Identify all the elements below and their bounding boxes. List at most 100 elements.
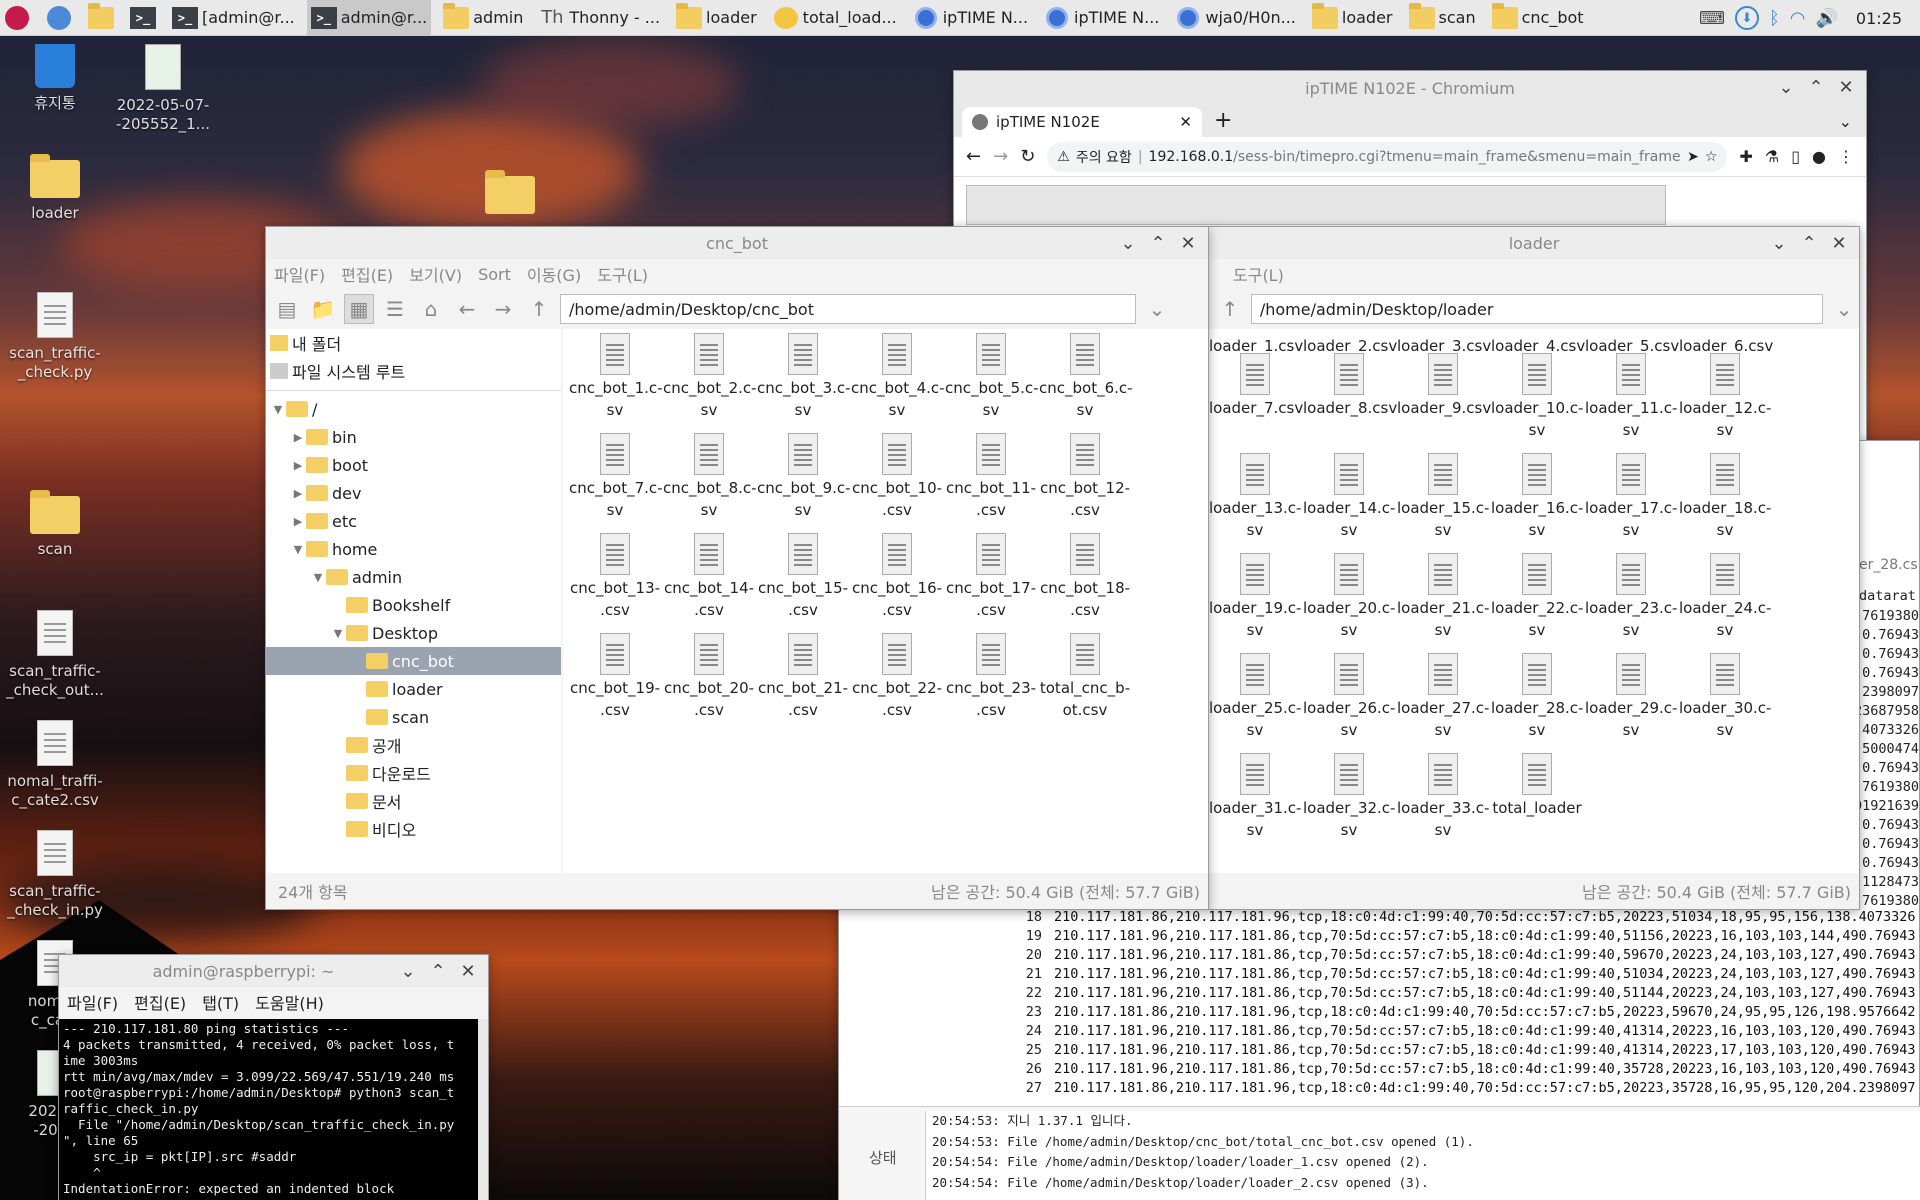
flask-icon[interactable]: ⚗ <box>1765 147 1779 166</box>
tree-item[interactable]: loader <box>266 675 561 703</box>
file-item[interactable]: loader_27.c- sv <box>1397 653 1489 741</box>
places-item[interactable]: 파일 시스템 루트 <box>266 357 561 385</box>
desktop-icon-doc[interactable]: scan_traffic- _check.py <box>0 292 110 382</box>
taskbar-item[interactable]: scan <box>1405 0 1480 36</box>
tree-item[interactable]: 문서 <box>266 787 561 815</box>
path-input[interactable]: /home/admin/Desktop/cnc_bot <box>560 294 1136 324</box>
file-item[interactable]: cnc_bot_13- .csv <box>569 533 661 621</box>
file-item[interactable]: cnc_bot_17- .csv <box>945 533 1037 621</box>
tree-item[interactable]: ▶ etc <box>266 507 561 535</box>
warning-icon[interactable]: ⚠ <box>1057 149 1070 165</box>
file-item[interactable]: loader_18.c- sv <box>1679 453 1771 541</box>
file-item[interactable]: cnc_bot_6.c- sv <box>1039 333 1133 421</box>
tree-item[interactable]: ▼ admin <box>266 563 561 591</box>
side-pane-icon[interactable]: ▤ <box>272 294 302 324</box>
csv-row[interactable]: 23 210.117.181.86,210.117.181.96,tcp,18:c… <box>996 1004 1920 1023</box>
desktop-icon-doc[interactable]: scan_traffic- _check_in.py <box>0 830 110 920</box>
file-item[interactable]: total_cnc_b- ot.csv <box>1039 633 1131 721</box>
status-label[interactable]: 상태 <box>869 1147 897 1168</box>
file-item[interactable]: loader_11.c- sv <box>1585 353 1677 441</box>
file-item[interactable]: loader_7.csv <box>1209 353 1303 419</box>
minimize-icon[interactable]: ⌄ <box>398 959 418 983</box>
expander-icon[interactable]: ▼ <box>290 543 306 556</box>
taskbar-item[interactable]: ipTIME N... <box>909 0 1032 36</box>
taskbar-item[interactable] <box>0 0 38 36</box>
reload-icon[interactable]: ↻ <box>1020 146 1035 167</box>
file-item[interactable]: loader_12.c- sv <box>1679 353 1771 441</box>
tree-item[interactable]: Bookshelf <box>266 591 561 619</box>
wifi-icon[interactable]: ◠ <box>1790 8 1806 29</box>
file-item[interactable]: loader_9.csv <box>1397 353 1491 419</box>
file-item[interactable]: loader_24.c- sv <box>1679 553 1771 641</box>
file-item[interactable]: cnc_bot_5.c- sv <box>945 333 1039 421</box>
file-item[interactable]: cnc_bot_16- .csv <box>851 533 943 621</box>
taskbar-item[interactable]: loader <box>1308 0 1397 36</box>
browser-tab[interactable]: ipTIME N102E ✕ <box>962 107 1202 137</box>
file-item[interactable]: loader_15.c- sv <box>1397 453 1489 541</box>
up-icon[interactable]: ↑ <box>1215 294 1245 324</box>
maximize-icon[interactable]: ⌃ <box>428 959 448 983</box>
taskbar-item[interactable]: cnc_bot <box>1488 0 1588 36</box>
menu-item[interactable]: 도구(L) <box>597 262 648 286</box>
csv-row[interactable]: 18 210.117.181.86,210.117.181.96,tcp,18:c… <box>996 909 1920 928</box>
file-item[interactable]: loader_8.csv <box>1303 353 1397 419</box>
file-item[interactable]: loader_26.c- sv <box>1303 653 1395 741</box>
extensions-icon[interactable]: ✚ <box>1739 147 1752 166</box>
tab-close-icon[interactable]: ✕ <box>1179 113 1192 131</box>
expander-icon[interactable]: ▼ <box>310 571 326 584</box>
maximize-icon[interactable]: ⌃ <box>1148 231 1168 255</box>
desktop-icon-folder[interactable]: loader <box>0 154 110 223</box>
expander-icon[interactable]: ▶ <box>290 515 306 528</box>
expander-icon[interactable]: ▶ <box>290 459 306 472</box>
file-item[interactable]: loader_23.c- sv <box>1585 553 1677 641</box>
file-item[interactable]: cnc_bot_19- .csv <box>569 633 661 721</box>
taskbar-item[interactable] <box>84 0 122 36</box>
tree-item[interactable]: ▼ Desktop <box>266 619 561 647</box>
path-dropdown-icon[interactable]: ⌄ <box>1829 294 1859 324</box>
bluetooth-icon[interactable]: ᛒ <box>1769 8 1780 29</box>
icon-view-icon[interactable]: ▦ <box>344 294 374 324</box>
file-item[interactable]: cnc_bot_20- .csv <box>663 633 755 721</box>
file-item[interactable]: cnc_bot_4.c- sv <box>851 333 945 421</box>
file-item[interactable]: cnc_bot_7.c- sv <box>569 433 663 521</box>
expander-icon[interactable]: ▶ <box>290 487 306 500</box>
desktop-icon-image[interactable]: 2022-05-07- -205552_1... <box>108 44 218 134</box>
file-item[interactable]: cnc_bot_22- .csv <box>851 633 943 721</box>
download-icon[interactable]: ⬇ <box>1734 6 1759 30</box>
csv-row[interactable]: 20 210.117.181.96,210.117.181.86,tcp,70:5… <box>996 947 1920 966</box>
file-item[interactable]: loader_29.c- sv <box>1585 653 1677 741</box>
close-icon[interactable]: ✕ <box>1178 231 1198 255</box>
path-dropdown-icon[interactable]: ⌄ <box>1142 294 1172 324</box>
file-item[interactable]: loader_30.c- sv <box>1679 653 1771 741</box>
file-item[interactable]: cnc_bot_9.c- sv <box>757 433 851 521</box>
file-item[interactable]: loader_33.c- sv <box>1397 753 1489 841</box>
menu-item[interactable]: 파일(F) <box>274 262 325 286</box>
bookmark-star-icon[interactable]: ☆ <box>1705 149 1718 165</box>
taskbar-item[interactable]: >_ [admin@r... <box>168 0 299 36</box>
file-item[interactable]: cnc_bot_18- .csv <box>1039 533 1131 621</box>
forward-icon[interactable]: → <box>993 146 1008 167</box>
taskbar-item[interactable] <box>42 0 80 36</box>
file-item[interactable]: loader_19.c- sv <box>1209 553 1301 641</box>
taskbar-item[interactable]: >_ admin@r... <box>306 0 432 36</box>
volume-icon[interactable]: 🔊 <box>1815 8 1837 29</box>
csv-row[interactable]: 27 210.117.181.86,210.117.181.96,tcp,18:c… <box>996 1080 1920 1099</box>
menu-item[interactable]: 도움말(H) <box>255 990 324 1014</box>
taskbar-item[interactable]: ipTIME N... <box>1040 0 1163 36</box>
terminal-output[interactable]: --- 210.117.181.80 ping statistics --- 4 … <box>59 1019 479 1200</box>
forward-icon[interactable]: → <box>488 294 518 324</box>
sidepanel-icon[interactable]: ▯ <box>1791 147 1800 166</box>
keyboard-icon[interactable]: ⌨ <box>1699 8 1725 29</box>
menu-item[interactable]: 이동(G) <box>527 262 581 286</box>
taskbar-item[interactable]: total_load... <box>769 0 901 36</box>
desktop-icon-doc[interactable]: nomal_traffi- c_cate2.csv <box>0 720 110 810</box>
maximize-icon[interactable]: ⌃ <box>1806 75 1826 99</box>
send-icon[interactable]: ➤ <box>1687 149 1699 165</box>
file-item[interactable]: loader_16.c- sv <box>1491 453 1583 541</box>
expander-icon[interactable]: ▼ <box>330 627 346 640</box>
csv-row[interactable]: 25 210.117.181.96,210.117.181.86,tcp,70:5… <box>996 1042 1920 1061</box>
tree-item[interactable]: 비디오 <box>266 815 561 843</box>
file-item[interactable]: loader_14.c- sv <box>1303 453 1395 541</box>
file-item[interactable]: loader_21.c- sv <box>1397 553 1489 641</box>
desktop-icon-trash[interactable]: 휴지통 <box>0 44 110 113</box>
